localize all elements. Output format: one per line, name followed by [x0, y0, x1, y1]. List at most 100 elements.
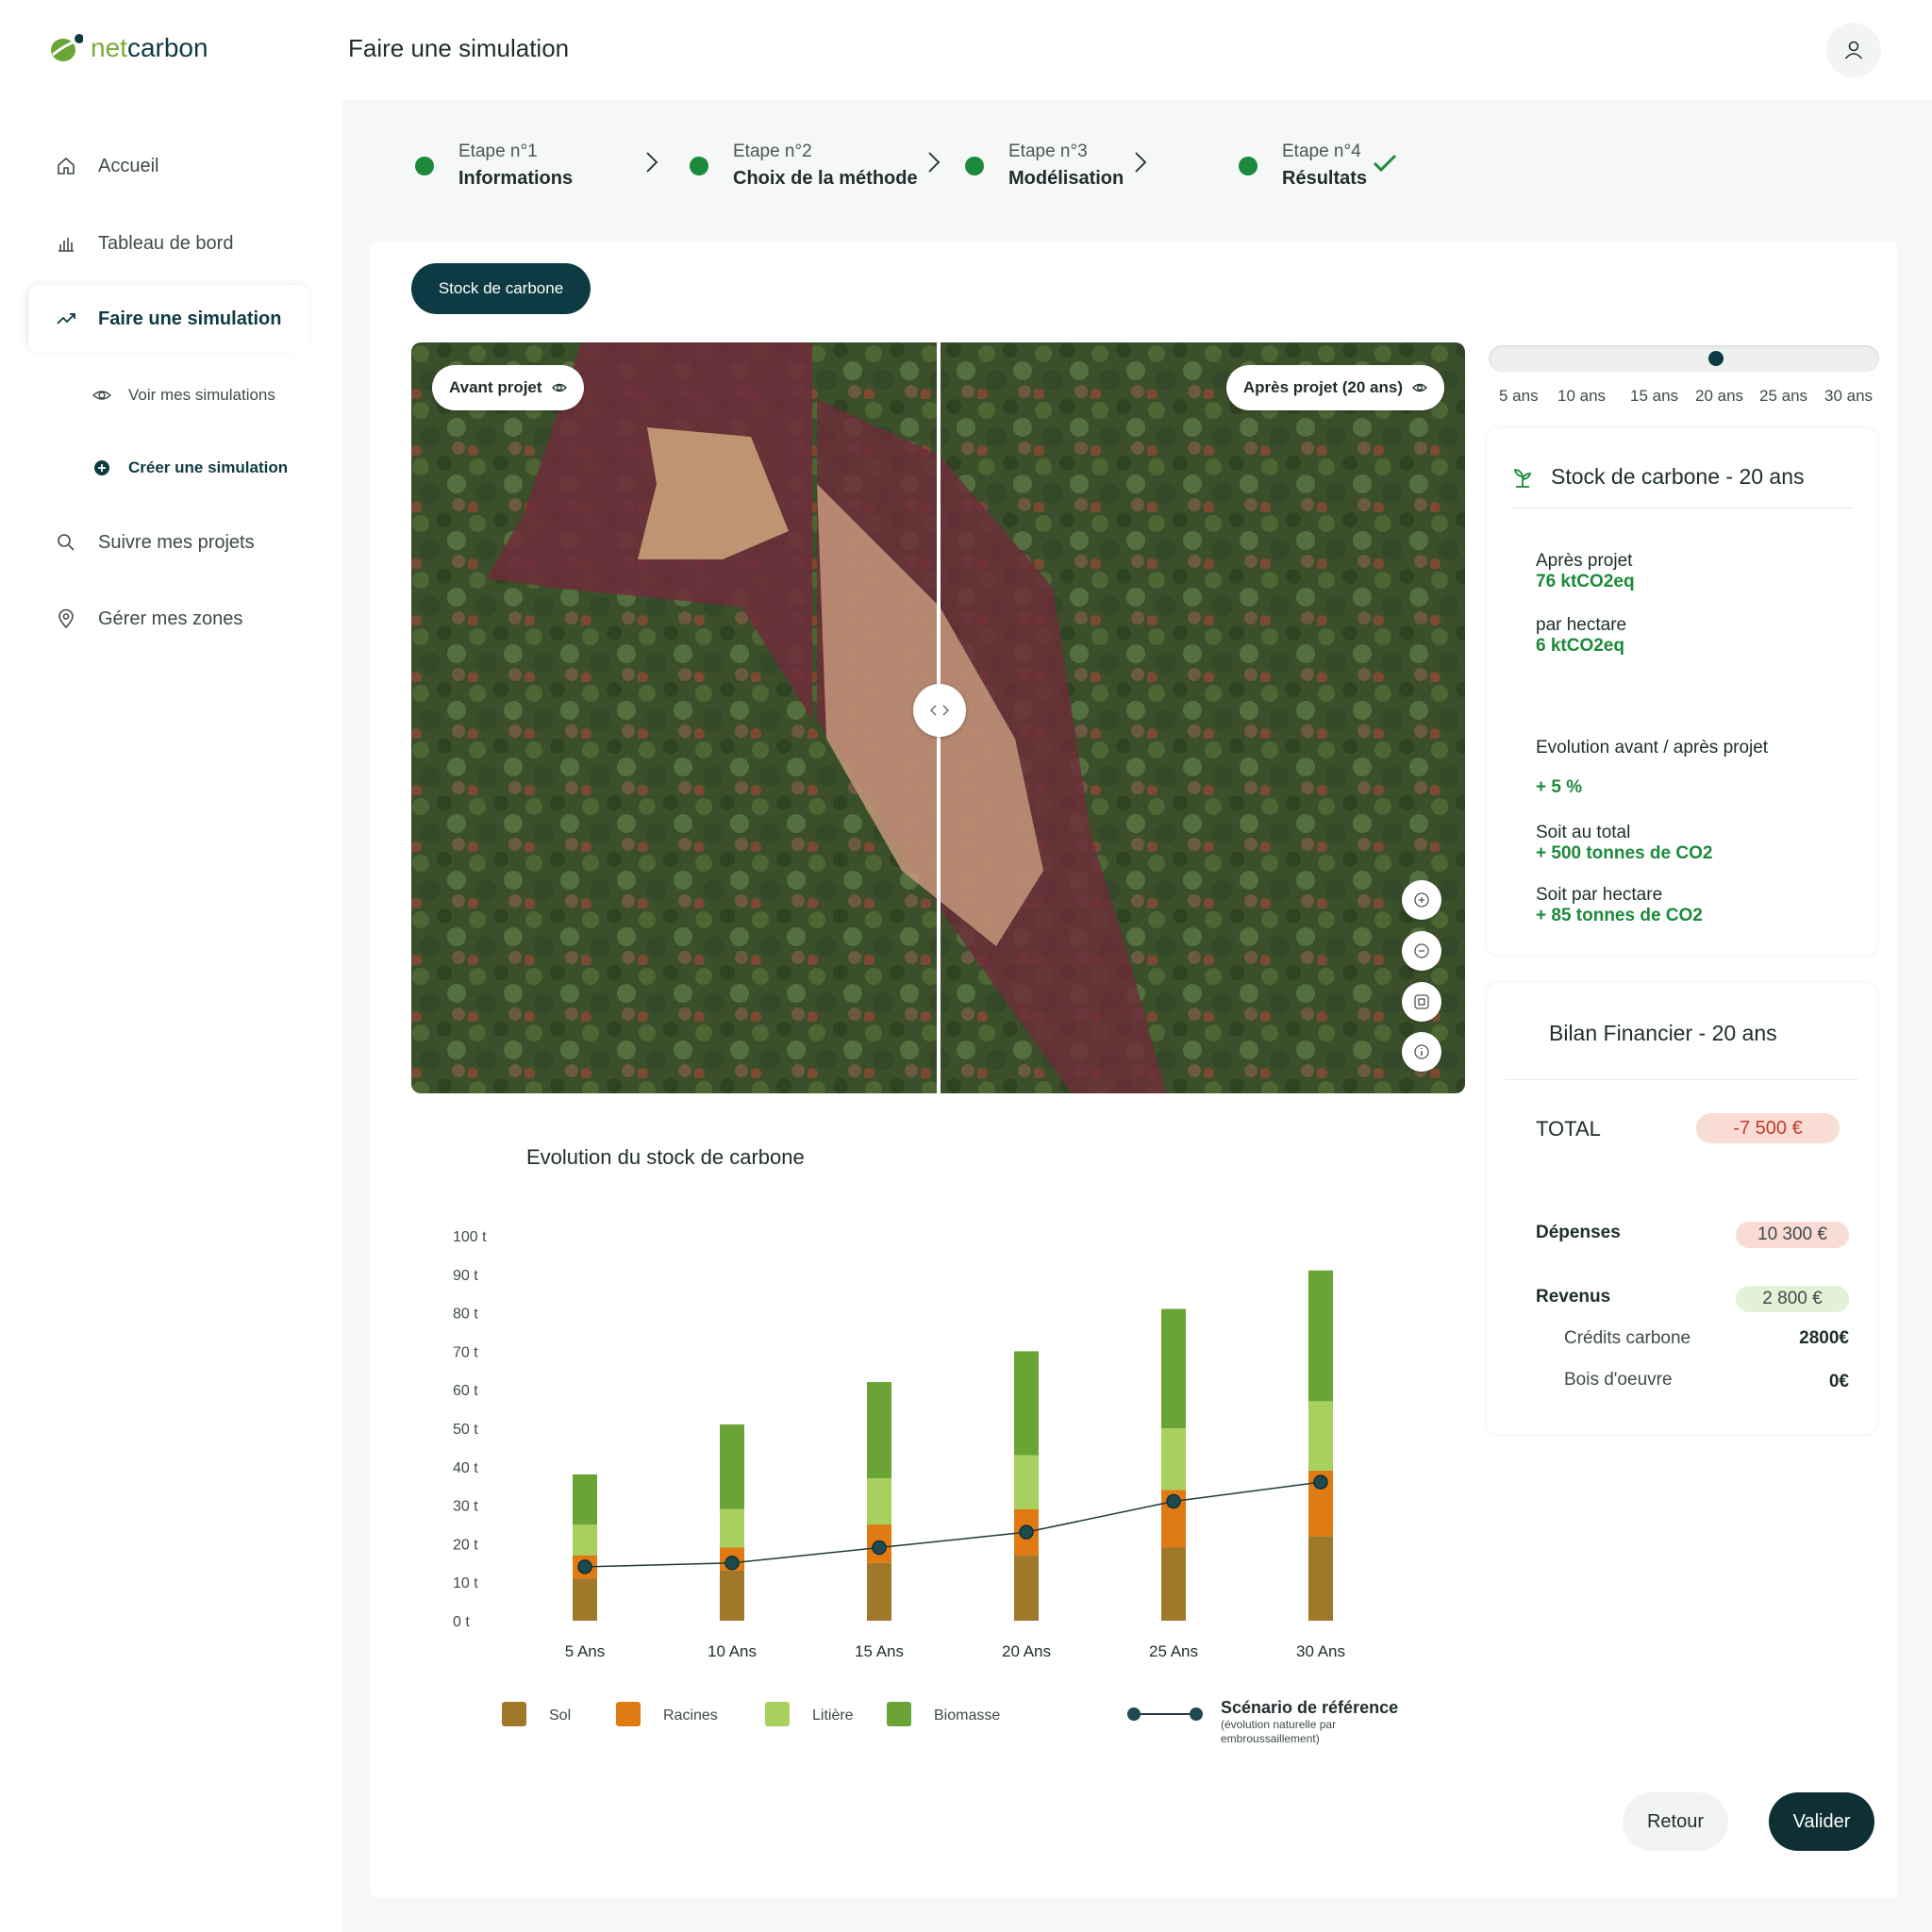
compare-slider-handle[interactable] [913, 684, 966, 737]
timber-label: Bois d'oeuvre [1564, 1370, 1673, 1390]
reference-point [1166, 1493, 1181, 1509]
slider-label[interactable]: 30 ans [1824, 387, 1873, 406]
evolution-label: Evolution avant / après projet [1536, 738, 1769, 758]
step-1[interactable]: Etape n°1 Informations [415, 142, 573, 190]
chart-title: Evolution du stock de carbone [526, 1145, 805, 1169]
subitem-label: Voir mes simulations [128, 386, 275, 404]
x-tick-label: 10 Ans [708, 1642, 757, 1660]
chevron-right-icon [1135, 152, 1147, 173]
bar-segment-sol [573, 1578, 597, 1621]
revenue-label: Revenus [1536, 1287, 1611, 1307]
stock-de-carbone-tab[interactable]: Stock de carbone [411, 263, 591, 314]
sidebar-item-label: Tableau de bord [98, 232, 234, 254]
sidebar-item-label: Gérer mes zones [98, 608, 243, 629]
sidebar-item-label: Faire une simulation [98, 308, 282, 329]
legend-swatch-racines [616, 1702, 641, 1726]
reference-line [584, 1481, 1322, 1568]
sidebar-subitem-creer-une-simulation[interactable]: Créer une simulation [91, 457, 288, 479]
fullscreen-button[interactable] [1402, 982, 1441, 1022]
bar-segment-litière [573, 1524, 597, 1556]
y-tick-label: 60 t [453, 1383, 478, 1399]
card-title: Bilan Financier - 20 ans [1549, 1021, 1777, 1045]
after-project-label: Après projet [1536, 551, 1633, 571]
user-account-button[interactable] [1826, 23, 1881, 77]
x-tick-label: 30 Ans [1296, 1642, 1345, 1660]
slider-label[interactable]: 20 ans [1695, 387, 1743, 406]
revenue-value: 2 800 € [1736, 1286, 1849, 1312]
y-tick-label: 50 t [453, 1422, 478, 1438]
back-button[interactable]: Retour [1623, 1792, 1728, 1851]
sidebar-item-suivre-mes-projets[interactable]: Suivre mes projets [28, 508, 309, 576]
sidebar-item-faire-une-simulation[interactable]: Faire une simulation [28, 285, 309, 353]
search-icon [55, 531, 77, 554]
info-button[interactable] [1402, 1032, 1441, 1072]
after-project-label[interactable]: Après projet (20 ans) [1225, 365, 1444, 410]
bar-segment-litière [720, 1508, 744, 1548]
bar-segment-sol [720, 1570, 744, 1621]
sidebar-subitem-voir-mes-simulations[interactable]: Voir mes simulations [91, 384, 275, 407]
total-label: Soit au total [1536, 823, 1631, 842]
user-icon [1844, 41, 1863, 59]
home-icon [55, 155, 77, 177]
y-tick-label: 70 t [453, 1344, 478, 1360]
per-hectare-label: par hectare [1536, 615, 1627, 635]
y-tick-label: 10 t [453, 1575, 478, 1591]
legend-line-point [1190, 1707, 1203, 1721]
zoom-in-button[interactable] [1402, 880, 1441, 920]
bar-segment-biomasse [1308, 1270, 1333, 1402]
step-number: Etape n°2 [733, 142, 812, 161]
per-hectare-value: 6 ktCO2eq [1536, 636, 1624, 656]
step-name: Résultats [1282, 168, 1368, 189]
eye-icon [1412, 383, 1427, 392]
validate-button[interactable]: Valider [1769, 1792, 1874, 1851]
bar-segment-litière [1014, 1455, 1039, 1509]
slider-label[interactable]: 5 ans [1499, 387, 1539, 406]
netcarbon-logo[interactable]: netcarbon [49, 32, 208, 64]
chevron-right-icon [646, 152, 658, 173]
carbon-stock-chart: 0 t 10 t 20 t 30 t 40 t 50 t 60 t 70 t 80 t 90 t 1… [453, 1229, 1398, 1745]
step-name: Choix de la méthode [733, 168, 918, 189]
bar-segment-litière [1161, 1428, 1186, 1491]
bar-segment-sol [1161, 1547, 1186, 1621]
plus-circle-icon [91, 457, 113, 479]
year-slider-knob[interactable] [1708, 351, 1724, 366]
map-compare-view[interactable]: Avant projet Après projet (20 ans) [411, 342, 1465, 1093]
step-4[interactable]: Etape n°4 Résultats [1239, 142, 1367, 190]
legend-label: Sol [549, 1707, 571, 1724]
sidebar-item-tableau-de-bord[interactable]: Tableau de bord [28, 209, 309, 277]
step-name: Modélisation [1008, 168, 1124, 189]
step-2[interactable]: Etape n°2 Choix de la méthode [690, 142, 918, 190]
slider-label[interactable]: 25 ans [1759, 387, 1807, 406]
bar-segment-litière [867, 1478, 891, 1524]
timber-value: 0€ [1828, 1372, 1849, 1391]
expenses-label: Dépenses [1536, 1223, 1621, 1242]
sidebar-item-gerer-mes-zones[interactable]: Gérer mes zones [28, 585, 309, 653]
sprout-icon [1513, 468, 1532, 488]
page-title: Faire une simulation [348, 34, 570, 62]
before-project-label[interactable]: Avant projet [432, 365, 584, 410]
step-complete-dot [415, 156, 434, 175]
zoom-out-button[interactable] [1402, 931, 1441, 971]
financial-balance-card: Bilan Financier - 20 ans TOTAL -7 500 € … [1487, 983, 1877, 1434]
chevron-right-icon [928, 152, 941, 173]
x-tick-label: 25 Ans [1149, 1642, 1198, 1660]
per-hectare-2-value: + 85 tonnes de CO2 [1536, 906, 1703, 925]
y-tick-label: 20 t [453, 1537, 478, 1553]
subitem-label: Créer une simulation [128, 458, 289, 476]
bar-segment-biomasse [1161, 1308, 1186, 1428]
bar-chart-icon [55, 232, 77, 255]
slider-label[interactable]: 15 ans [1630, 387, 1678, 406]
per-hectare-2-label: Soit par hectare [1536, 885, 1663, 905]
logo-text: netcarbon [91, 33, 208, 62]
x-tick-label: 20 Ans [1002, 1642, 1051, 1660]
sidebar-item-accueil[interactable]: Accueil [28, 132, 309, 200]
reference-point [872, 1540, 887, 1556]
step-3[interactable]: Etape n°3 Modélisation [965, 142, 1124, 190]
year-slider[interactable] [1489, 345, 1879, 372]
slider-label[interactable]: 10 ans [1557, 387, 1606, 406]
total-value: + 500 tonnes de CO2 [1536, 843, 1713, 863]
legend-swatch-biomasse [887, 1702, 911, 1726]
bar-segment-biomasse [1014, 1351, 1039, 1456]
divider [1506, 1079, 1858, 1080]
carbon-credits-value: 2800€ [1799, 1328, 1849, 1348]
